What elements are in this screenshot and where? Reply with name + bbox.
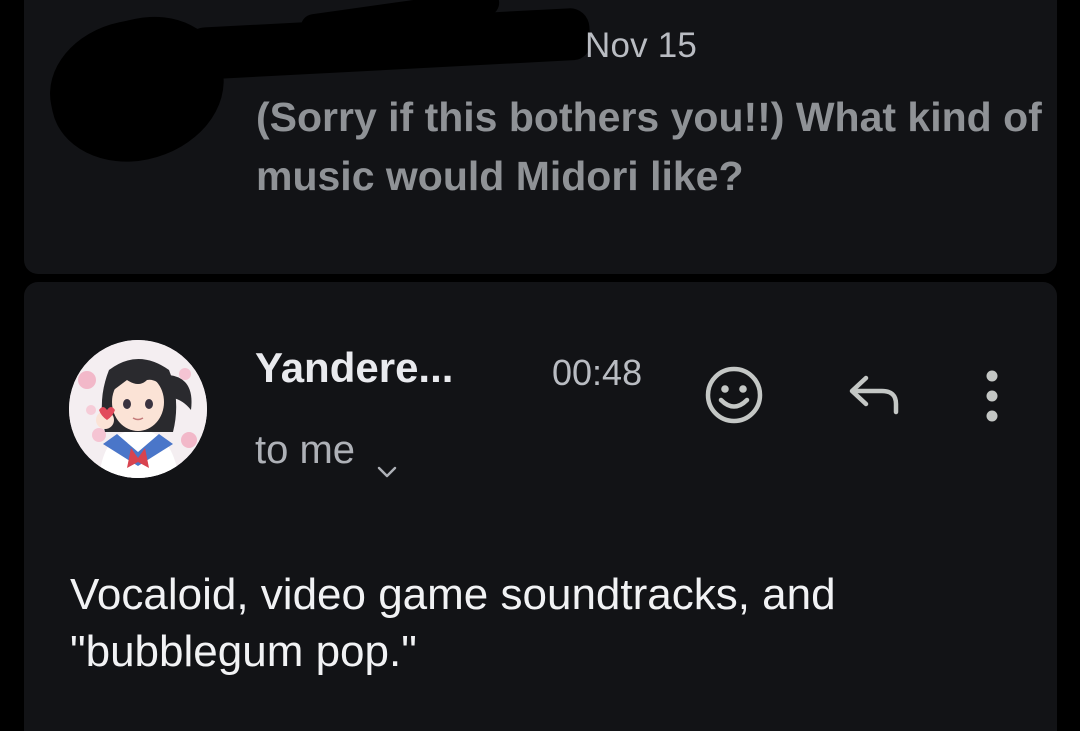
message-time: 00:48 xyxy=(552,352,643,393)
chevron-down-icon xyxy=(377,444,397,477)
recipient-label: to me xyxy=(255,428,356,472)
sender-name[interactable]: Yandere... xyxy=(255,344,453,392)
recipient-toggle[interactable]: to me xyxy=(255,428,397,477)
smiley-icon xyxy=(704,365,764,430)
previous-message-date: Nov 15 xyxy=(585,26,698,65)
reply-button[interactable] xyxy=(844,372,904,422)
reply-arrow-icon xyxy=(844,370,904,425)
add-reaction-button[interactable] xyxy=(704,365,764,430)
more-options-button[interactable] xyxy=(972,368,1012,428)
previous-message-snippet: (Sorry if this bothers you!!) What kind … xyxy=(256,94,1042,199)
more-vert-icon xyxy=(982,368,1002,429)
email-thread-screen: Nov 15 (Sorry if this bothers you!!) Wha… xyxy=(0,0,1080,731)
message-body: Vocaloid, video game soundtracks, and "b… xyxy=(70,570,836,676)
sender-avatar[interactable] xyxy=(69,340,207,478)
